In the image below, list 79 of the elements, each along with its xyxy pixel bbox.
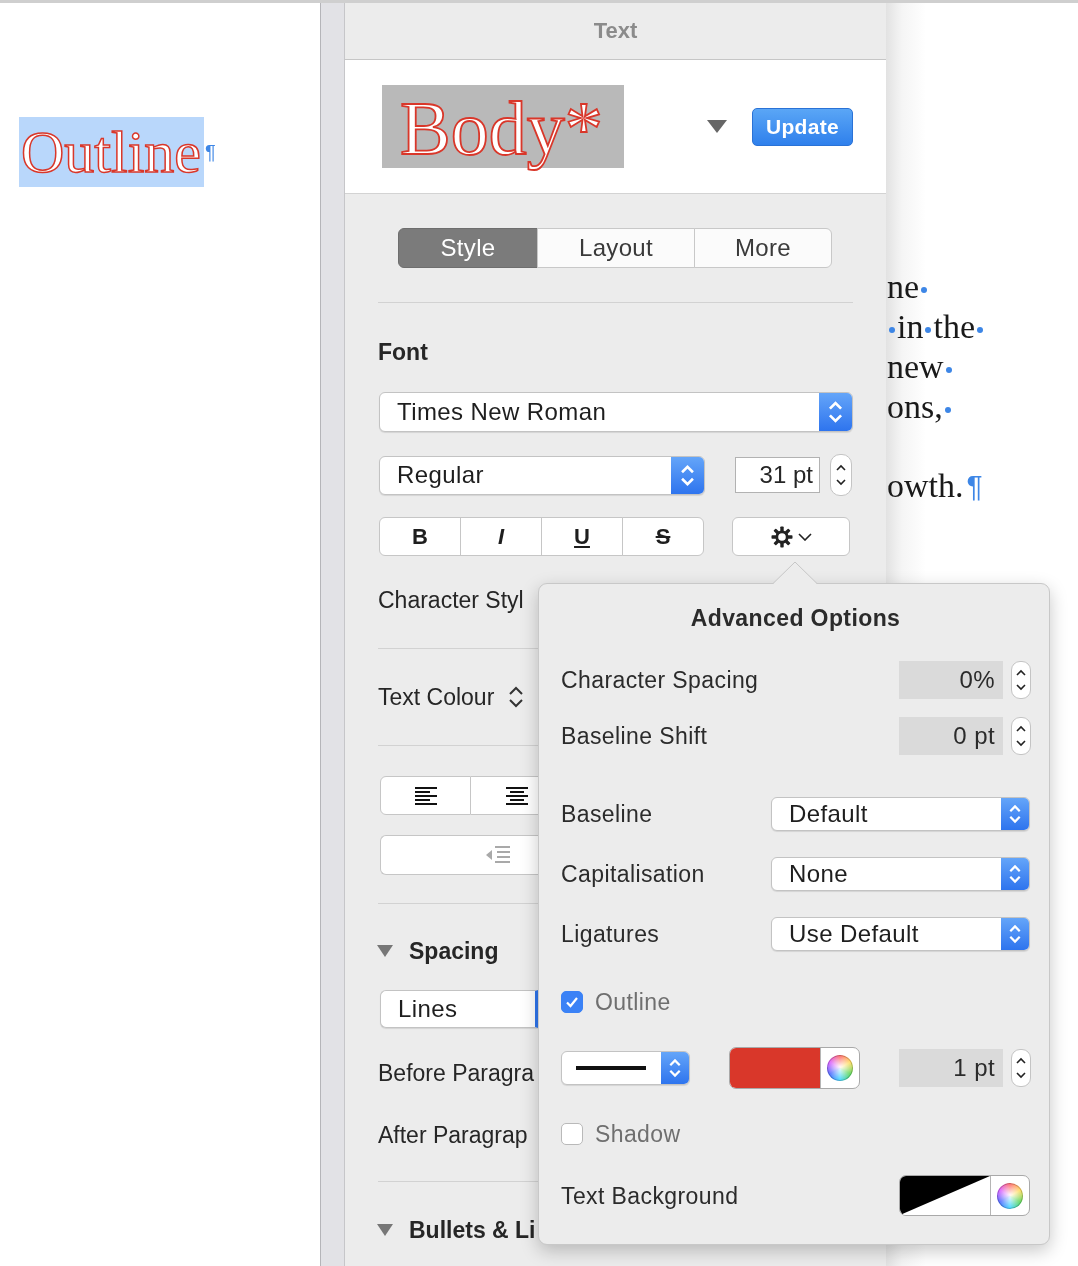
section-heading: Font — [378, 340, 428, 364]
section-heading: Spacing — [409, 939, 499, 963]
option-label: Ligatures — [561, 922, 660, 946]
disclosure-triangle-icon[interactable] — [377, 1223, 393, 1237]
up-down-arrows-icon — [1016, 668, 1026, 692]
document-text: the — [933, 307, 975, 347]
up-down-arrows-icon — [671, 456, 704, 494]
option-dropdown[interactable]: Use Default — [771, 917, 1030, 951]
italic-button[interactable]: I — [460, 517, 542, 556]
up-down-arrows-icon — [1016, 1056, 1026, 1080]
line-style-icon — [576, 1066, 646, 1070]
checkmark-icon — [565, 995, 579, 1009]
align-left-icon — [414, 786, 437, 805]
align-center-icon — [506, 786, 528, 805]
pilcrow-mark: ¶ — [966, 468, 983, 504]
section-heading: Bullets & Li — [409, 1218, 536, 1242]
document-text: in — [897, 307, 924, 347]
field-label: Character Styl — [378, 588, 524, 612]
stepper-button[interactable] — [1011, 661, 1031, 699]
checkbox[interactable] — [561, 991, 583, 1013]
stepper-button[interactable] — [830, 454, 852, 496]
color-wheel-icon[interactable] — [997, 1182, 1023, 1209]
tab[interactable]: Layout — [537, 228, 695, 268]
line-spacing-dropdown[interactable]: Lines — [380, 990, 538, 1028]
document-text: ons, — [887, 387, 943, 427]
field-label: Before Paragra — [378, 1061, 534, 1085]
tab[interactable]: Style — [398, 228, 538, 268]
option-label: Capitalisation — [561, 862, 705, 886]
align-center-button[interactable] — [471, 776, 538, 815]
line-style-dropdown[interactable] — [561, 1051, 690, 1085]
number-field[interactable]: 1 pt — [899, 1049, 1003, 1087]
tab[interactable]: More — [694, 228, 832, 268]
color-wheel-icon[interactable] — [827, 1055, 853, 1081]
field-label: After Paragrap — [378, 1123, 528, 1147]
align-left-button[interactable] — [380, 776, 471, 815]
space-marker-icon — [925, 327, 932, 333]
color-well[interactable] — [729, 1047, 860, 1089]
up-down-arrows-icon — [836, 463, 846, 487]
option-label: Baseline Shift — [561, 724, 708, 748]
dropdown-triangle-icon[interactable] — [707, 120, 727, 133]
checkbox-label: Shadow — [595, 1122, 681, 1146]
disclosure-triangle-icon[interactable] — [377, 944, 393, 958]
up-down-arrows-icon — [1016, 724, 1026, 748]
up-down-arrows-icon — [1001, 858, 1029, 890]
underline-button[interactable]: U — [541, 517, 623, 556]
chevron-down-icon — [797, 532, 812, 541]
option-label: Text Background — [561, 1183, 739, 1208]
up-down-arrows-icon — [1001, 798, 1029, 830]
popover-title: Advanced Options — [690, 606, 901, 630]
stepper-button[interactable] — [1011, 1049, 1031, 1087]
field-label: Text Colour — [378, 685, 495, 709]
sidebar-title: Text — [593, 19, 638, 43]
document-text: new — [887, 347, 944, 387]
option-dropdown[interactable]: Default — [771, 797, 1030, 831]
stepper-button[interactable] — [1011, 717, 1031, 755]
option-dropdown[interactable]: None — [771, 857, 1030, 891]
up-down-arrows-icon — [819, 393, 852, 431]
bold-button[interactable]: B — [379, 517, 461, 556]
gear-icon — [770, 525, 793, 548]
up-down-chevron-icon[interactable] — [508, 684, 525, 710]
document-text: owth. — [887, 466, 964, 506]
font-size-field[interactable]: 31 pt — [735, 457, 820, 493]
advanced-options-button[interactable] — [732, 517, 850, 556]
outdent-icon — [486, 845, 510, 865]
number-field[interactable]: 0% — [899, 661, 1003, 699]
typeface-dropdown[interactable]: Regular — [379, 455, 705, 495]
font-family-dropdown[interactable]: Times New Roman — [379, 392, 853, 432]
option-label: Character Spacing — [561, 668, 759, 692]
pilcrow-mark: ¶ — [205, 140, 216, 165]
text-background-well[interactable] — [899, 1175, 1030, 1216]
up-down-arrows-icon — [1001, 918, 1029, 950]
checkbox-label: Outline — [595, 990, 671, 1014]
no-fill-swatch-icon — [900, 1176, 990, 1215]
checkbox[interactable] — [561, 1123, 583, 1145]
option-label: Baseline — [561, 802, 653, 826]
number-field[interactable]: 0 pt — [899, 717, 1003, 755]
strikethrough-button[interactable]: S — [622, 517, 704, 556]
document-text: ne — [887, 267, 920, 307]
up-down-arrows-icon — [661, 1052, 689, 1084]
